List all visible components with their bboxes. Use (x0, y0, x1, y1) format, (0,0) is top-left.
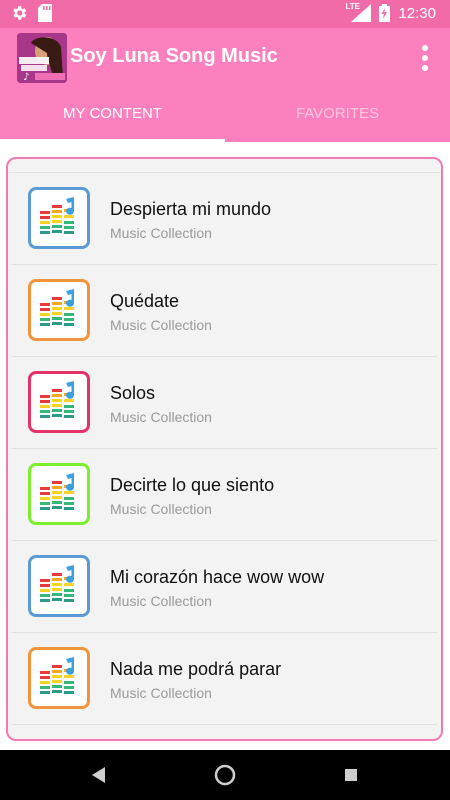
app-logo-icon: ♪ (17, 33, 67, 83)
app-bar: ♪ Soy Luna Song Music (0, 28, 450, 88)
song-subtitle: Music Collection (110, 317, 212, 333)
recents-square-icon[interactable] (338, 762, 364, 788)
song-title: Despierta mi mundo (110, 199, 272, 219)
app-title: Soy Luna Song Music (70, 45, 278, 67)
status-bar: LTE 12:30 (0, 0, 450, 28)
song-title: Quédate (110, 291, 180, 311)
music-equalizer-icon (28, 279, 90, 341)
list-item[interactable]: Nada me podrá parar Music Collection (12, 633, 437, 725)
list-item[interactable]: Decirte lo que siento Music Collection (12, 449, 437, 541)
signal-icon: LTE (345, 2, 372, 22)
song-title: Nada me podrá parar (110, 659, 282, 679)
music-equalizer-icon (28, 187, 90, 249)
home-circle-icon[interactable] (212, 762, 238, 788)
clock: 12:30 (398, 4, 436, 22)
svg-text:♪: ♪ (23, 72, 29, 83)
list-item[interactable]: Mi corazón hace wow wow Music Collection (12, 541, 437, 633)
song-subtitle: Music Collection (110, 409, 212, 425)
sd-card-icon (38, 4, 52, 22)
list-item[interactable]: Despierta mi mundo Music Collection (12, 173, 437, 265)
tab-favorites[interactable]: FAVORITES (225, 88, 450, 142)
list-item[interactable]: Quédate Music Collection (12, 265, 437, 357)
song-subtitle: Music Collection (110, 225, 212, 241)
song-title: Decirte lo que siento (110, 475, 275, 495)
content-area: Despierta mi mundo Music Collection Quéda… (0, 142, 450, 750)
list-item[interactable]: Solos Music Collection (12, 357, 437, 449)
overflow-menu-icon[interactable] (410, 38, 440, 78)
music-equalizer-icon (28, 463, 90, 525)
song-subtitle: Music Collection (110, 593, 212, 609)
song-title: Mi corazón hace wow wow (110, 567, 325, 587)
tab-bar: MY CONTENT FAVORITES (0, 88, 450, 142)
music-equalizer-icon (28, 647, 90, 709)
song-subtitle: Music Collection (110, 501, 212, 517)
back-triangle-icon[interactable] (86, 762, 112, 788)
network-type: LTE (345, 2, 360, 11)
settings-icon (10, 4, 28, 22)
music-equalizer-icon (28, 371, 90, 433)
song-title: Solos (110, 383, 156, 403)
song-list: Despierta mi mundo Music Collection Quéda… (6, 157, 443, 741)
system-nav-bar (0, 750, 450, 800)
song-subtitle: Music Collection (110, 685, 212, 701)
battery-icon (379, 4, 391, 22)
tab-my-content[interactable]: MY CONTENT (0, 88, 225, 142)
music-equalizer-icon (28, 555, 90, 617)
